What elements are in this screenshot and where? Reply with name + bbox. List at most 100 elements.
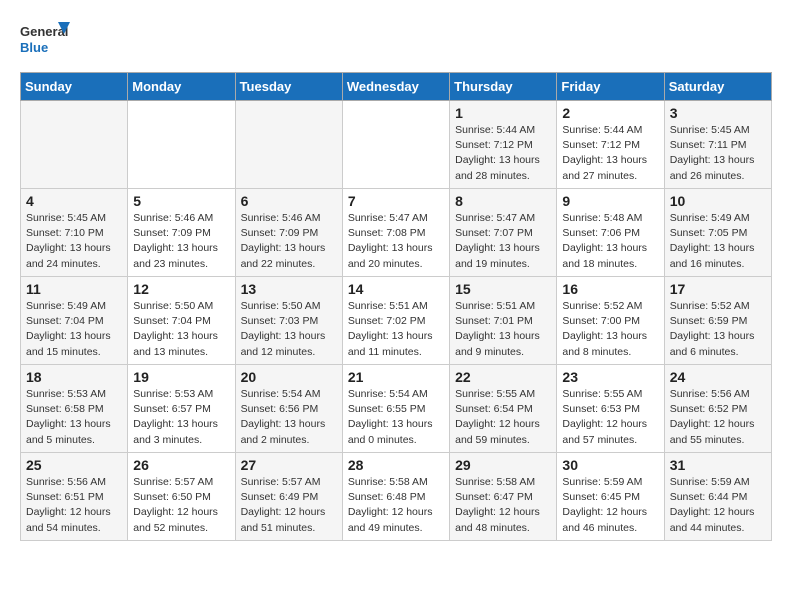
- page-header: GeneralBlue: [20, 20, 772, 62]
- day-number: 20: [241, 369, 337, 385]
- day-number: 2: [562, 105, 658, 121]
- day-info: Sunrise: 5:49 AM Sunset: 7:04 PM Dayligh…: [26, 299, 122, 360]
- calendar-day-26: 26 Sunrise: 5:57 AM Sunset: 6:50 PM Dayli…: [128, 453, 235, 541]
- weekday-header-tuesday: Tuesday: [235, 73, 342, 101]
- weekday-header-friday: Friday: [557, 73, 664, 101]
- day-number: 17: [670, 281, 766, 297]
- day-info: Sunrise: 5:54 AM Sunset: 6:55 PM Dayligh…: [348, 387, 444, 448]
- day-info: Sunrise: 5:45 AM Sunset: 7:10 PM Dayligh…: [26, 211, 122, 272]
- day-number: 5: [133, 193, 229, 209]
- calendar-day-1: 1Sunrise: 5:44 AM Sunset: 7:12 PM Daylig…: [450, 101, 557, 189]
- day-number: 23: [562, 369, 658, 385]
- calendar-week-row: 25 Sunrise: 5:56 AM Sunset: 6:51 PM Dayli…: [21, 453, 772, 541]
- calendar-day-16: 16 Sunrise: 5:52 AM Sunset: 7:00 PM Dayli…: [557, 277, 664, 365]
- weekday-header-sunday: Sunday: [21, 73, 128, 101]
- weekday-header-row: SundayMondayTuesdayWednesdayThursdayFrid…: [21, 73, 772, 101]
- calendar-day-3: 3 Sunrise: 5:45 AM Sunset: 7:11 PM Daylig…: [664, 101, 771, 189]
- day-number: 12: [133, 281, 229, 297]
- calendar-day-27: 27 Sunrise: 5:57 AM Sunset: 6:49 PM Dayli…: [235, 453, 342, 541]
- calendar-day-29: 29 Sunrise: 5:58 AM Sunset: 6:47 PM Dayli…: [450, 453, 557, 541]
- calendar-day-empty: [342, 101, 449, 189]
- day-info: Sunrise: 5:49 AM Sunset: 7:05 PM Dayligh…: [670, 211, 766, 272]
- day-number: 15: [455, 281, 551, 297]
- day-info: Sunrise: 5:44 AM Sunset: 7:12 PM Dayligh…: [562, 123, 658, 184]
- calendar-week-row: 18Sunrise: 5:53 AM Sunset: 6:58 PM Dayli…: [21, 365, 772, 453]
- day-info: Sunrise: 5:59 AM Sunset: 6:44 PM Dayligh…: [670, 475, 766, 536]
- day-number: 24: [670, 369, 766, 385]
- day-number: 10: [670, 193, 766, 209]
- day-info: Sunrise: 5:53 AM Sunset: 6:57 PM Dayligh…: [133, 387, 229, 448]
- logo: GeneralBlue: [20, 20, 70, 62]
- calendar-day-20: 20 Sunrise: 5:54 AM Sunset: 6:56 PM Dayli…: [235, 365, 342, 453]
- calendar-day-6: 6 Sunrise: 5:46 AM Sunset: 7:09 PM Daylig…: [235, 189, 342, 277]
- day-number: 13: [241, 281, 337, 297]
- day-number: 27: [241, 457, 337, 473]
- calendar-day-4: 4 Sunrise: 5:45 AM Sunset: 7:10 PM Daylig…: [21, 189, 128, 277]
- day-info: Sunrise: 5:55 AM Sunset: 6:54 PM Dayligh…: [455, 387, 551, 448]
- calendar-day-9: 9 Sunrise: 5:48 AM Sunset: 7:06 PM Daylig…: [557, 189, 664, 277]
- weekday-header-saturday: Saturday: [664, 73, 771, 101]
- calendar-day-2: 2 Sunrise: 5:44 AM Sunset: 7:12 PM Daylig…: [557, 101, 664, 189]
- calendar-day-empty: [128, 101, 235, 189]
- calendar-week-row: 11 Sunrise: 5:49 AM Sunset: 7:04 PM Dayli…: [21, 277, 772, 365]
- day-info: Sunrise: 5:55 AM Sunset: 6:53 PM Dayligh…: [562, 387, 658, 448]
- day-info: Sunrise: 5:56 AM Sunset: 6:51 PM Dayligh…: [26, 475, 122, 536]
- day-info: Sunrise: 5:46 AM Sunset: 7:09 PM Dayligh…: [133, 211, 229, 272]
- calendar-day-14: 14 Sunrise: 5:51 AM Sunset: 7:02 PM Dayli…: [342, 277, 449, 365]
- day-number: 26: [133, 457, 229, 473]
- day-info: Sunrise: 5:51 AM Sunset: 7:02 PM Dayligh…: [348, 299, 444, 360]
- day-number: 8: [455, 193, 551, 209]
- calendar-day-17: 17Sunrise: 5:52 AM Sunset: 6:59 PM Dayli…: [664, 277, 771, 365]
- weekday-header-wednesday: Wednesday: [342, 73, 449, 101]
- day-number: 25: [26, 457, 122, 473]
- day-info: Sunrise: 5:57 AM Sunset: 6:49 PM Dayligh…: [241, 475, 337, 536]
- day-number: 31: [670, 457, 766, 473]
- day-info: Sunrise: 5:59 AM Sunset: 6:45 PM Dayligh…: [562, 475, 658, 536]
- calendar-table: SundayMondayTuesdayWednesdayThursdayFrid…: [20, 72, 772, 541]
- day-info: Sunrise: 5:57 AM Sunset: 6:50 PM Dayligh…: [133, 475, 229, 536]
- calendar-day-28: 28Sunrise: 5:58 AM Sunset: 6:48 PM Dayli…: [342, 453, 449, 541]
- calendar-day-empty: [21, 101, 128, 189]
- day-number: 11: [26, 281, 122, 297]
- day-number: 29: [455, 457, 551, 473]
- day-number: 4: [26, 193, 122, 209]
- calendar-day-10: 10 Sunrise: 5:49 AM Sunset: 7:05 PM Dayli…: [664, 189, 771, 277]
- day-info: Sunrise: 5:46 AM Sunset: 7:09 PM Dayligh…: [241, 211, 337, 272]
- calendar-day-7: 7 Sunrise: 5:47 AM Sunset: 7:08 PM Daylig…: [342, 189, 449, 277]
- day-number: 14: [348, 281, 444, 297]
- weekday-header-monday: Monday: [128, 73, 235, 101]
- calendar-week-row: 4 Sunrise: 5:45 AM Sunset: 7:10 PM Daylig…: [21, 189, 772, 277]
- day-info: Sunrise: 5:45 AM Sunset: 7:11 PM Dayligh…: [670, 123, 766, 184]
- day-number: 21: [348, 369, 444, 385]
- calendar-day-24: 24 Sunrise: 5:56 AM Sunset: 6:52 PM Dayli…: [664, 365, 771, 453]
- day-info: Sunrise: 5:58 AM Sunset: 6:47 PM Dayligh…: [455, 475, 551, 536]
- calendar-day-31: 31 Sunrise: 5:59 AM Sunset: 6:44 PM Dayli…: [664, 453, 771, 541]
- calendar-day-21: 21 Sunrise: 5:54 AM Sunset: 6:55 PM Dayli…: [342, 365, 449, 453]
- calendar-day-15: 15 Sunrise: 5:51 AM Sunset: 7:01 PM Dayli…: [450, 277, 557, 365]
- day-info: Sunrise: 5:52 AM Sunset: 7:00 PM Dayligh…: [562, 299, 658, 360]
- svg-text:Blue: Blue: [20, 40, 48, 55]
- day-number: 28: [348, 457, 444, 473]
- day-number: 19: [133, 369, 229, 385]
- weekday-header-thursday: Thursday: [450, 73, 557, 101]
- calendar-day-18: 18Sunrise: 5:53 AM Sunset: 6:58 PM Dayli…: [21, 365, 128, 453]
- day-info: Sunrise: 5:53 AM Sunset: 6:58 PM Dayligh…: [26, 387, 122, 448]
- day-number: 3: [670, 105, 766, 121]
- day-number: 7: [348, 193, 444, 209]
- day-info: Sunrise: 5:54 AM Sunset: 6:56 PM Dayligh…: [241, 387, 337, 448]
- calendar-day-empty: [235, 101, 342, 189]
- day-number: 16: [562, 281, 658, 297]
- day-info: Sunrise: 5:47 AM Sunset: 7:08 PM Dayligh…: [348, 211, 444, 272]
- calendar-week-row: 1 Sunrise: 5:44 AM Sunset: 7:12 PM Daylig…: [21, 101, 772, 189]
- calendar-day-23: 23 Sunrise: 5:55 AM Sunset: 6:53 PM Dayli…: [557, 365, 664, 453]
- day-number: 1: [455, 105, 551, 121]
- day-info: Sunrise: 5:50 AM Sunset: 7:04 PM Dayligh…: [133, 299, 229, 360]
- day-info: Sunrise: 5:56 AM Sunset: 6:52 PM Dayligh…: [670, 387, 766, 448]
- day-info: Sunrise: 5:51 AM Sunset: 7:01 PM Dayligh…: [455, 299, 551, 360]
- day-number: 22: [455, 369, 551, 385]
- day-info: Sunrise: 5:50 AM Sunset: 7:03 PM Dayligh…: [241, 299, 337, 360]
- day-number: 9: [562, 193, 658, 209]
- day-info: Sunrise: 5:48 AM Sunset: 7:06 PM Dayligh…: [562, 211, 658, 272]
- day-number: 6: [241, 193, 337, 209]
- calendar-day-22: 22 Sunrise: 5:55 AM Sunset: 6:54 PM Dayli…: [450, 365, 557, 453]
